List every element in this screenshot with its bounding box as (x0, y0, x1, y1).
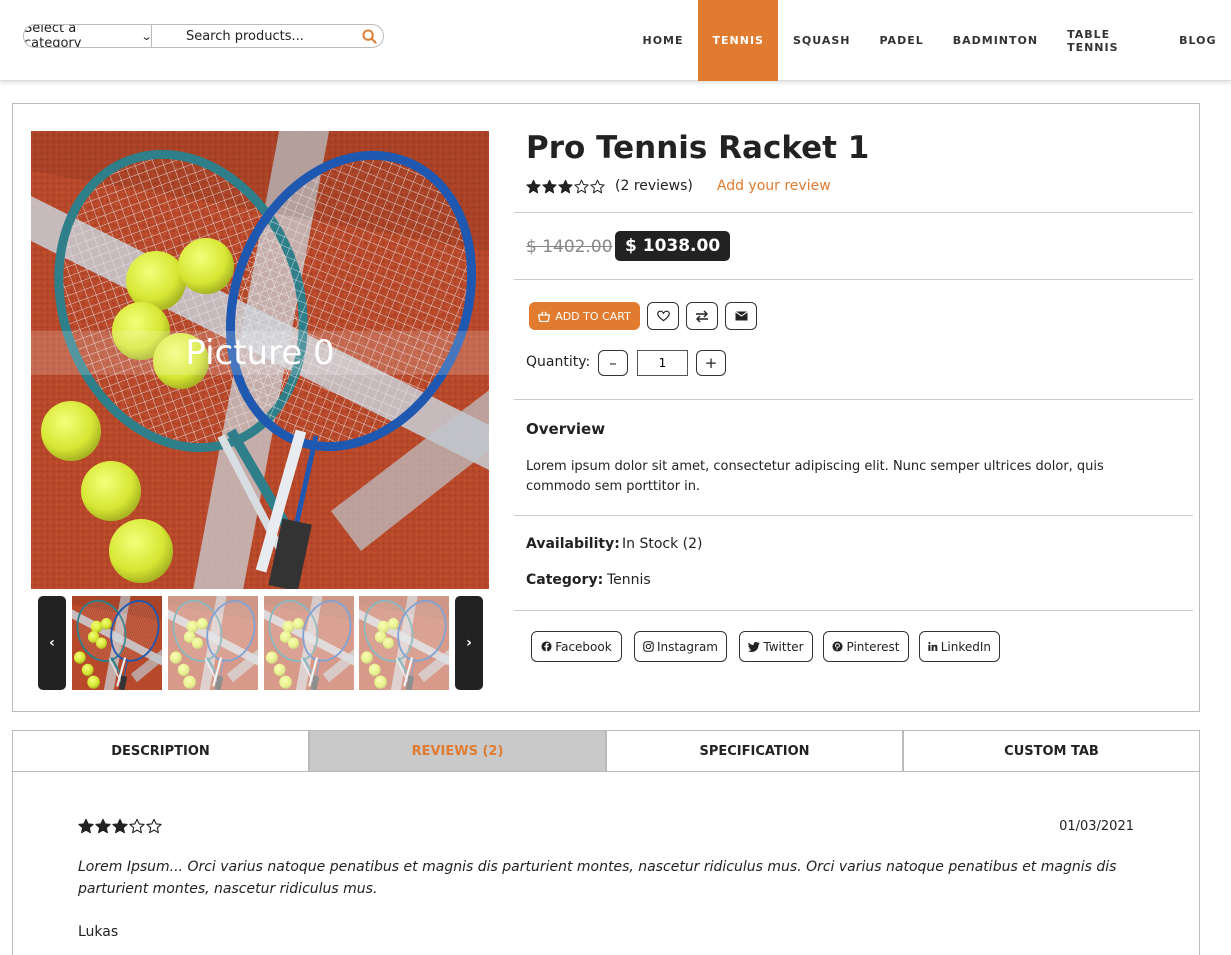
review-date: 01/03/2021 (1059, 819, 1134, 834)
thumbnail-image (359, 596, 449, 690)
category-select[interactable]: Select a category ⌄ (24, 25, 152, 47)
add-to-cart-button[interactable]: ADD TO CART (529, 302, 640, 330)
overview-text: Lorem ipsum dolor sit amet, consectetur … (526, 459, 1104, 494)
thumbnail-image (168, 596, 258, 690)
quantity-decrease-button[interactable]: – (598, 350, 628, 376)
share-instagram-label: Instagram (656, 639, 718, 654)
star-filled-icon (542, 179, 557, 193)
quantity-label: Quantity: (526, 354, 591, 370)
star-empty-icon (129, 818, 145, 834)
nav-padel[interactable]: PADEL (865, 0, 938, 81)
pinterest-icon (832, 641, 844, 652)
nav-squash[interactable]: SQUASH (778, 0, 865, 81)
share-pinterest-button[interactable]: Pinterest (823, 631, 909, 662)
add-to-cart-label: ADD TO CART (555, 309, 631, 323)
star-empty-icon (146, 818, 162, 834)
plus-icon: + (704, 354, 718, 372)
basket-icon (538, 310, 551, 322)
rating-row: (2 reviews) Add your review (526, 178, 831, 194)
thumbnail-1[interactable] (72, 596, 162, 690)
thumbnail-image (264, 596, 354, 690)
star-filled-icon (112, 818, 128, 834)
product-main-image[interactable]: Picture 0 (31, 131, 489, 589)
share-linkedin-button[interactable]: LinkedIn (919, 631, 1000, 662)
thumbnail-2[interactable] (168, 596, 258, 690)
share-facebook-button[interactable]: Facebook (531, 631, 622, 662)
search-bar: Select a category ⌄ (23, 24, 384, 48)
twitter-icon (748, 641, 761, 652)
divider (514, 515, 1193, 516)
product-tabs: DESCRIPTION REVIEWS (2) SPECIFICATION CU… (12, 730, 1200, 772)
compare-arrows-icon (696, 310, 708, 322)
category-select-label: Select a category (24, 24, 82, 48)
review-author: Lukas (78, 924, 119, 940)
wishlist-button[interactable] (647, 302, 679, 330)
star-filled-icon (78, 818, 94, 834)
divider (514, 212, 1193, 213)
product-title: Pro Tennis Racket 1 (526, 130, 870, 166)
divider (514, 399, 1193, 400)
thumbnail-prev-button[interactable]: ‹ (38, 596, 66, 690)
search-icon (362, 28, 377, 44)
tab-reviews[interactable]: REVIEWS (2) (309, 730, 606, 772)
add-review-link[interactable]: Add your review (717, 178, 831, 194)
search-button[interactable] (356, 25, 383, 47)
review-rating-stars (78, 818, 162, 834)
minus-icon: – (609, 354, 617, 372)
old-price: $ 1402.00 (526, 237, 613, 257)
thumbnail-3[interactable] (264, 596, 354, 690)
facebook-icon (541, 641, 552, 652)
star-filled-icon (95, 818, 111, 834)
nav-tennis[interactable]: TENNIS (698, 0, 779, 81)
compare-button[interactable] (686, 302, 718, 330)
thumbnail-image (72, 596, 162, 690)
site-header: Select a category ⌄ HOME TENNIS SQUASH P… (0, 0, 1231, 81)
tab-specification[interactable]: SPECIFICATION (606, 730, 903, 772)
email-friend-button[interactable] (725, 302, 757, 330)
reviews-panel: 01/03/2021 Lorem Ipsum... Orci varius na… (12, 771, 1200, 955)
heart-icon (656, 310, 670, 322)
quantity-input[interactable] (637, 350, 688, 376)
tab-description[interactable]: DESCRIPTION (12, 730, 309, 772)
star-empty-icon (574, 179, 589, 193)
star-filled-icon (526, 179, 541, 193)
share-linkedin-label: LinkedIn (940, 639, 991, 654)
thumbnail-4[interactable] (359, 596, 449, 690)
sale-price: $ 1038.00 (615, 231, 731, 261)
chevron-down-icon: ⌄ (140, 29, 153, 43)
share-facebook-label: Facebook (555, 639, 612, 654)
availability-label: Availability: (526, 536, 620, 552)
category-label: Category: (526, 572, 604, 588)
share-twitter-button[interactable]: Twitter (739, 631, 813, 662)
star-filled-icon (558, 179, 573, 193)
envelope-icon (734, 311, 748, 321)
thumbnail-next-button[interactable]: › (455, 596, 483, 690)
review-count[interactable]: (2 reviews) (615, 178, 693, 194)
nav-home[interactable]: HOME (628, 0, 698, 81)
search-input[interactable] (151, 25, 356, 47)
nav-badminton[interactable]: BADMINTON (938, 0, 1052, 81)
image-caption: Picture 0 (31, 331, 489, 375)
category-value[interactable]: Tennis (607, 572, 651, 588)
instagram-icon (643, 641, 654, 652)
star-empty-icon (590, 179, 605, 193)
availability-value: In Stock (2) (622, 536, 703, 552)
linkedin-icon (928, 641, 938, 651)
share-twitter-label: Twitter (763, 639, 804, 654)
overview-heading: Overview (526, 420, 606, 438)
quantity-increase-button[interactable]: + (696, 350, 726, 376)
divider (514, 610, 1193, 611)
main-nav: HOME TENNIS SQUASH PADEL BADMINTON TABLE… (628, 0, 1231, 81)
divider (514, 279, 1193, 280)
product-rating-stars (526, 179, 605, 194)
tab-custom[interactable]: CUSTOM TAB (903, 730, 1200, 772)
chevron-right-icon: › (466, 635, 472, 651)
nav-blog[interactable]: BLOG (1165, 0, 1231, 81)
review-text: Lorem Ipsum... Orci varius natoque penat… (78, 859, 1117, 897)
share-instagram-button[interactable]: Instagram (634, 631, 727, 662)
share-pinterest-label: Pinterest (846, 639, 900, 654)
chevron-left-icon: ‹ (49, 635, 55, 651)
product-panel: Picture 0 ‹ › Pro Tennis Racket 1 (2 rev… (12, 103, 1200, 712)
nav-table-tennis[interactable]: TABLE TENNIS (1053, 0, 1165, 81)
